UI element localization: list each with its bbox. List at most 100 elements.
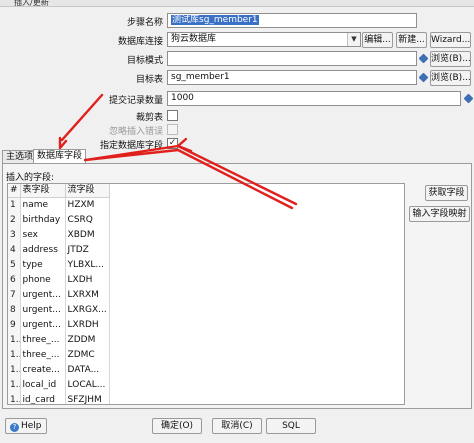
step-name-input[interactable]: 测试库sg_member1 <box>167 13 417 28</box>
row-index: 1 <box>8 197 21 212</box>
sql-button[interactable]: SQL <box>266 418 316 434</box>
stream-field-cell[interactable]: ZDMC <box>65 347 110 362</box>
chevron-down-icon[interactable]: ▼ <box>347 33 360 46</box>
table-field-cell[interactable]: three_... <box>20 332 66 347</box>
truncate-checkbox[interactable] <box>167 110 178 121</box>
target-table-label: 目标表 <box>135 75 163 85</box>
connection-label: 数据库连接 <box>117 37 163 47</box>
table-header-row: # 表字段 流字段 <box>8 184 110 198</box>
tab-main-options[interactable]: 主选项 <box>2 150 38 163</box>
stream-field-cell[interactable]: LXRXM <box>65 287 110 302</box>
variable-icon <box>418 72 429 83</box>
row-index: 5 <box>8 257 21 272</box>
stream-field-cell[interactable]: LXRDH <box>65 317 110 332</box>
table-field-cell[interactable]: name <box>20 197 66 212</box>
table-field-cell[interactable]: phone <box>20 272 66 287</box>
stream-field-cell[interactable]: CSRQ <box>65 212 110 227</box>
table-field-cell[interactable]: three_... <box>20 347 66 362</box>
table-field-cell[interactable]: local_id <box>20 377 66 392</box>
stream-field-cell[interactable]: JTDZ <box>65 242 110 257</box>
table-row[interactable]: 7 urgent... LXRXM <box>8 287 110 302</box>
connection-select[interactable]: 狗云数据库 ▼ <box>167 32 361 47</box>
table-field-cell[interactable]: address <box>20 242 66 257</box>
ignore-errors-checkbox[interactable] <box>167 124 178 135</box>
table-field-cell[interactable]: id_card <box>20 392 66 404</box>
table-row[interactable]: 1...three_...ZDDM <box>8 332 110 347</box>
help-label: Help <box>21 421 42 431</box>
window-titlebar: 插入/更新 <box>0 0 474 7</box>
cancel-button[interactable]: 取消(C) <box>212 418 262 434</box>
new-connection-button[interactable]: 新建... <box>396 32 427 48</box>
stream-field-cell[interactable]: LOCAL... <box>65 377 110 392</box>
table-field-cell[interactable]: type <box>20 257 66 272</box>
fields-table[interactable]: # 表字段 流字段 1 name HZXM 2 birthday CSRQ 3 sex XB… <box>7 183 405 405</box>
stream-field-cell[interactable]: LXDH <box>65 272 110 287</box>
target-table-input[interactable]: sg_member1 <box>167 70 417 85</box>
table-row[interactable]: 6 phone LXDH <box>8 272 110 287</box>
column-header-table-field[interactable]: 表字段 <box>20 184 66 198</box>
step-name-value: 测试库sg_member1 <box>171 15 259 25</box>
stream-field-cell[interactable]: XBDM <box>65 227 110 242</box>
row-index: 8 <box>8 302 21 317</box>
target-schema-label: 目标模式 <box>126 56 163 66</box>
input-field-mapping-button[interactable]: 输入字段映射 <box>409 206 470 222</box>
commit-size-input[interactable]: 1000 <box>167 91 461 106</box>
specify-fields-label: 指定数据库字段 <box>99 141 163 151</box>
variable-icon <box>463 93 474 104</box>
table-row[interactable]: 1...three_...ZDMC <box>8 347 110 362</box>
stream-field-cell[interactable]: HZXM <box>65 197 110 212</box>
stream-field-cell[interactable]: DATA... <box>65 362 110 377</box>
table-row[interactable]: 3 sex XBDM <box>8 227 110 242</box>
stream-field-cell[interactable]: LXRGX... <box>65 302 110 317</box>
annotation-arrowhead-checkbox <box>176 137 193 153</box>
table-field-cell[interactable]: sex <box>20 227 66 242</box>
row-index: 2 <box>8 212 21 227</box>
wizard-button[interactable]: Wizard... <box>430 32 471 48</box>
truncate-label: 裁剪表 <box>135 113 163 123</box>
row-index: 4 <box>8 242 21 257</box>
row-index: 1... <box>8 392 21 404</box>
row-index: 1... <box>8 377 21 392</box>
table-field-cell[interactable]: create... <box>20 362 66 377</box>
commit-size-label: 提交记录数量 <box>108 96 163 106</box>
variable-icon <box>418 53 429 64</box>
column-header-stream-field[interactable]: 流字段 <box>65 184 110 198</box>
get-fields-button[interactable]: 获取字段 <box>425 185 468 201</box>
row-index: 9 <box>8 317 21 332</box>
table-row[interactable]: 1...create...DATA... <box>8 362 110 377</box>
annotation-arrow-to-tab <box>58 93 104 150</box>
ok-button[interactable]: 确定(O) <box>152 418 202 434</box>
table-field-cell[interactable]: birthday <box>20 212 66 227</box>
table-row[interactable]: 9 urgent... LXRDH <box>8 317 110 332</box>
browse-schema-button[interactable]: 浏览(B)... <box>430 51 471 67</box>
table-row[interactable]: 1...id_cardSFZJHM <box>8 392 110 404</box>
table-row[interactable]: 1 name HZXM <box>8 197 110 212</box>
table-row[interactable]: 5 type YLBXL... <box>8 257 110 272</box>
row-index: 3 <box>8 227 21 242</box>
row-index: 7 <box>8 287 21 302</box>
stream-field-cell[interactable]: YLBXL... <box>65 257 110 272</box>
help-button[interactable]: ? Help <box>5 418 47 434</box>
ignore-errors-label: 忽略插入错误 <box>108 127 163 137</box>
commit-size-value: 1000 <box>171 93 194 103</box>
table-field-cell[interactable]: urgent... <box>20 317 66 332</box>
table-row[interactable]: 4 address JTDZ <box>8 242 110 257</box>
edit-connection-button[interactable]: 编辑... <box>362 32 393 48</box>
connection-value: 狗云数据库 <box>171 34 217 44</box>
stream-field-cell[interactable]: SFZJHM <box>65 392 110 404</box>
window-title: 插入/更新 <box>14 0 49 7</box>
tab-database-fields[interactable]: 数据库字段 <box>33 149 87 164</box>
table-field-cell[interactable]: urgent... <box>20 302 66 317</box>
table-field-cell[interactable]: urgent... <box>20 287 66 302</box>
row-index: 1... <box>8 362 21 377</box>
table-row[interactable]: 2 birthday CSRQ <box>8 212 110 227</box>
column-header-index[interactable]: # <box>8 184 21 198</box>
table-row[interactable]: 8 urgent... LXRGX... <box>8 302 110 317</box>
specify-fields-checkbox[interactable]: ✓ <box>167 138 178 149</box>
row-index: 1... <box>8 332 21 347</box>
stream-field-cell[interactable]: ZDDM <box>65 332 110 347</box>
row-index: 1... <box>8 347 21 362</box>
browse-table-button[interactable]: 浏览(B)... <box>430 70 471 86</box>
table-row[interactable]: 1...local_idLOCAL... <box>8 377 110 392</box>
target-schema-input[interactable] <box>167 51 417 66</box>
